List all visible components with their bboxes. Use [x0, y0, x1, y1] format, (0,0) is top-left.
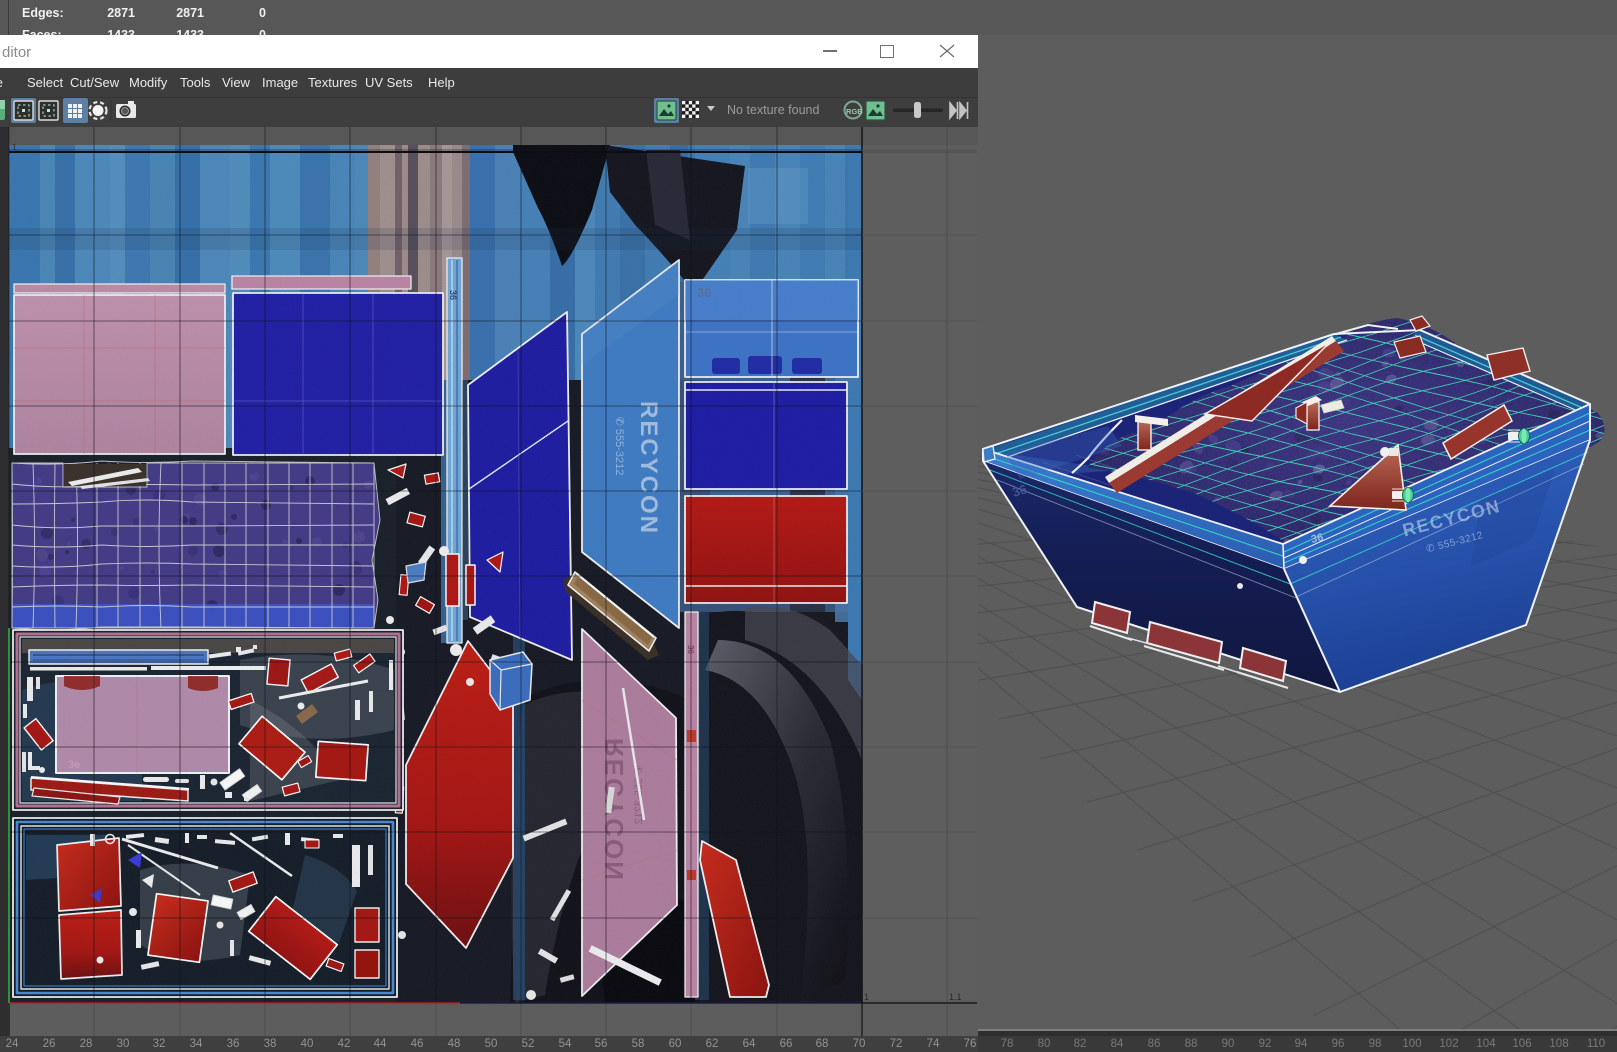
svg-text:1: 1	[864, 992, 869, 1002]
svg-text:RGB: RGB	[846, 107, 863, 116]
svg-text:1.1: 1.1	[949, 992, 962, 1002]
svg-text:No texture found: No texture found	[727, 103, 819, 117]
svg-text:1: 1	[12, 142, 17, 152]
